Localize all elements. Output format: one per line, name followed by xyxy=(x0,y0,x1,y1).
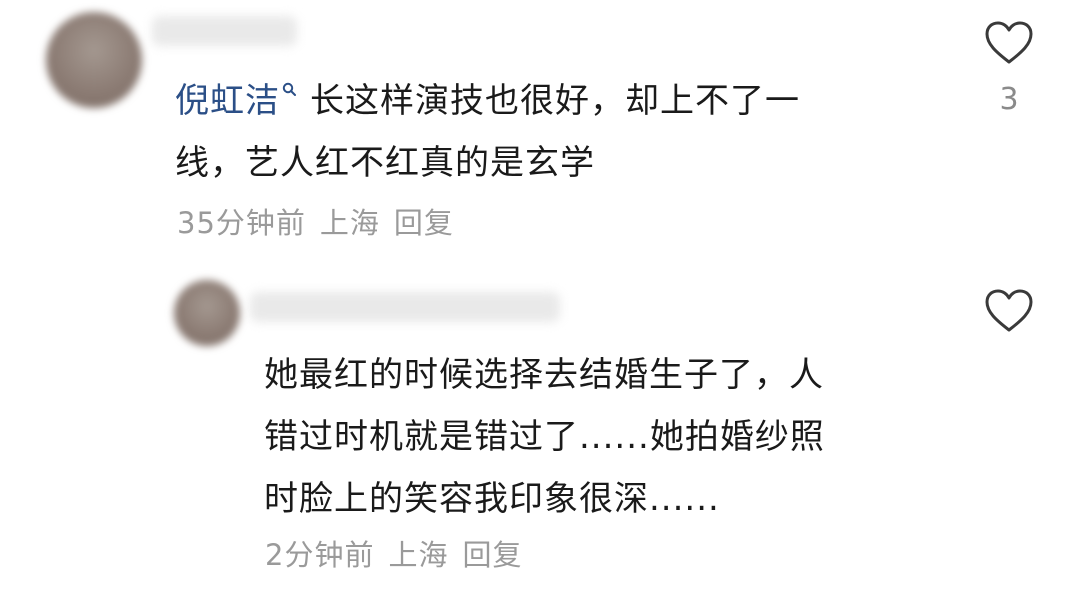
comment-location: 上海 xyxy=(388,538,449,572)
mention-link[interactable]: 倪虹洁 xyxy=(175,81,310,121)
heart-outline-icon[interactable] xyxy=(984,20,1034,66)
comment-line: 她最红的时候选择去结婚生子了，人 xyxy=(264,355,824,395)
comment-time: 35分钟前 xyxy=(177,206,306,240)
heart-outline-icon[interactable] xyxy=(984,288,1034,334)
comment-line: 倪虹洁 长这样演技也很好，却上不了一 xyxy=(175,81,800,121)
username-blurred[interactable] xyxy=(152,16,297,46)
username-blurred[interactable] xyxy=(250,292,560,322)
comment-text: 倪虹洁 长这样演技也很好，却上不了一 线，艺人红不红真的是玄学 xyxy=(175,70,935,194)
like-count: 3 xyxy=(999,82,1019,117)
avatar[interactable] xyxy=(46,12,142,108)
reply-button[interactable]: 回复 xyxy=(462,532,522,574)
comment-line: 时脸上的笑容我印象很深...... xyxy=(264,479,720,519)
reply-text: 她最红的时候选择去结婚生子了，人 错过时机就是错过了......她拍婚纱照 时脸… xyxy=(264,344,954,530)
reply-button[interactable]: 回复 xyxy=(394,200,454,242)
comment-meta: 2分钟前 上海 回复 xyxy=(265,532,522,574)
comment-location: 上海 xyxy=(319,206,380,240)
comment-time: 2分钟前 xyxy=(265,538,375,572)
comment-meta: 35分钟前 上海 回复 xyxy=(177,200,454,242)
avatar[interactable] xyxy=(174,280,240,346)
comment-line: 错过时机就是错过了......她拍婚纱照 xyxy=(264,417,825,457)
comment-thread: 倪虹洁 长这样演技也很好，却上不了一 线，艺人红不红真的是玄学 35分钟前 上海 … xyxy=(0,0,1080,592)
search-icon xyxy=(282,82,296,96)
comment-line: 线，艺人红不红真的是玄学 xyxy=(175,143,595,183)
